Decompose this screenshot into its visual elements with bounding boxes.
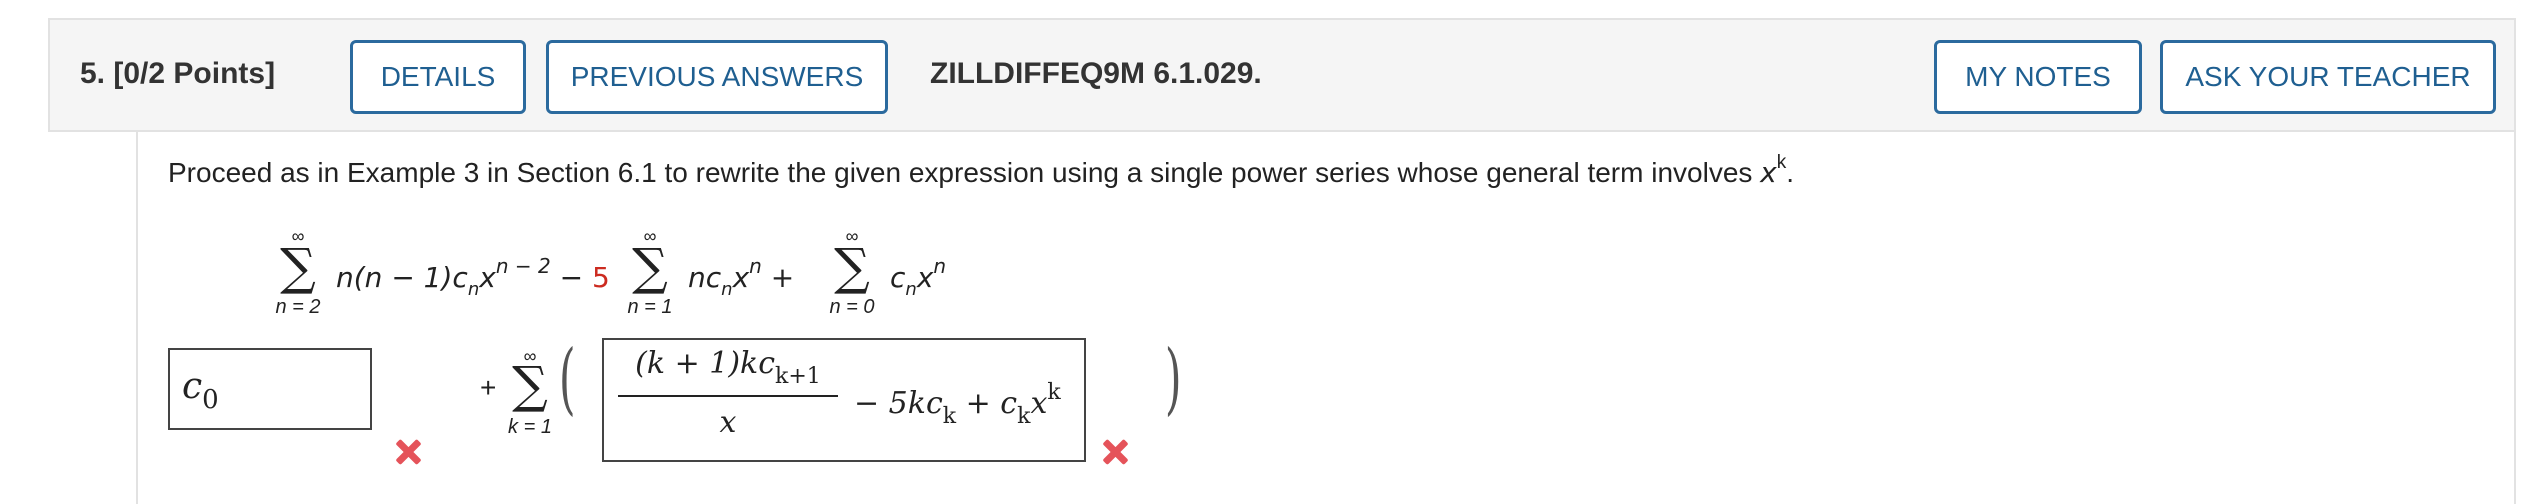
question-number: 5. [0/2 Points] [80,57,276,90]
incorrect-icon [393,437,423,467]
left-paren: ( [558,334,576,424]
summation-3: ∞ ∑ n = 0 [829,226,875,318]
my-notes-button[interactable]: MY NOTES [1934,40,2142,114]
question-body: Proceed as in Example 3 in Section 6.1 t… [136,132,2516,504]
incorrect-icon [1100,437,1130,467]
summation-1: ∞ ∑ n = 2 [275,226,321,318]
answer-input-2[interactable]: (k + 1)kck+1 x − 5kck + ckxk [602,338,1086,462]
coefficient: 5 [591,261,610,294]
question-prompt: Proceed as in Example 3 in Section 6.1 t… [168,152,1795,189]
points-label: [0/2 Points] [113,57,276,90]
question-header: 5. [0/2 Points] DETAILS PREVIOUS ANSWERS… [48,18,2516,132]
summation-2: ∞ ∑ n = 1 [627,226,673,318]
question-page: 5. [0/2 Points] DETAILS PREVIOUS ANSWERS… [0,0,2530,504]
term-3: cnxn [890,254,947,300]
term-2: ncnxn + [688,254,795,300]
given-expression: ∞ ∑ n = 2 n(n − 1)cnxn − 2 − 5 ∞ ∑ n = 1… [268,222,1168,332]
answer-input-1[interactable]: c0 [168,348,372,430]
plus-sign: + [480,372,497,403]
ask-your-teacher-button[interactable]: ASK YOUR TEACHER [2160,40,2496,114]
answer-remainder: − 5kck + ckxk [854,380,1061,429]
answer-row: c0 + ∞ ∑ k = 1 ( (k + 1)kck+1 x − 5kck +… [168,332,1368,472]
problem-code: ZILLDIFFEQ9M 6.1.029. [930,57,1262,90]
right-paren: ) [1164,334,1182,424]
answer-summation: ∞ ∑ k = 1 [508,346,552,438]
term-1: n(n − 1)cnxn − 2 − 5 [336,254,610,300]
details-button[interactable]: DETAILS [350,40,526,114]
previous-answers-button[interactable]: PREVIOUS ANSWERS [546,40,888,114]
fraction: (k + 1)kck+1 x [618,346,838,440]
